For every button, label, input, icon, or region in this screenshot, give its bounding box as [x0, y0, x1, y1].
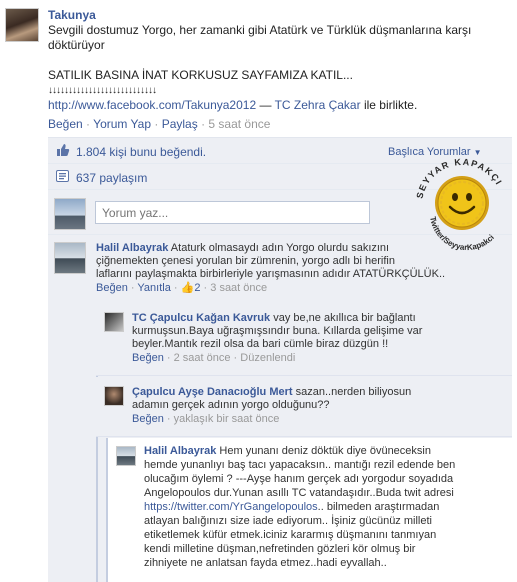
- reply-item: TC Çapulcu Kağan Kavruk vay be,ne akıllı…: [96, 304, 512, 376]
- comment-reply-link[interactable]: Yanıtla: [137, 282, 170, 294]
- reply-text: kurmuşsun.Baya uğraşmışsındır buna. Kıll…: [132, 325, 423, 337]
- reply-body: TC Çapulcu Kağan Kavruk vay be,ne akıllı…: [132, 312, 508, 365]
- post-actions: Beğen · Yorum Yap · Paylaş · 5 saat önce: [48, 117, 271, 131]
- reply-like-link[interactable]: Beğen: [132, 413, 164, 425]
- reply-avatar[interactable]: [104, 386, 124, 406]
- post-arrows: ↓↓↓↓↓↓↓↓↓↓↓↓↓↓↓↓↓↓↓↓↓↓↓↓↓↓↓: [48, 85, 157, 96]
- reply-body: Çapulcu Ayşe Danacıoğlu Mert sazan..nerd…: [132, 386, 508, 426]
- with-suffix: ile birlikte.: [360, 98, 418, 112]
- reply-item: Çapulcu Ayşe Danacıoğlu Mert sazan..nerd…: [96, 377, 512, 437]
- current-user-avatar: [54, 198, 86, 230]
- reply-item: Halil Albayrak Hem yunanı deniz döktük d…: [108, 438, 512, 582]
- comment-link[interactable]: Yorum Yap: [93, 117, 151, 131]
- thumbs-up-icon: [56, 143, 70, 157]
- comment-text: laflarını paylaşmakta birbirleriyle yarı…: [96, 268, 446, 280]
- reply-text: adamın gerçek adının yorgo olduğunu??: [132, 399, 330, 411]
- comment-input[interactable]: [95, 201, 370, 224]
- comment-like-link[interactable]: Beğen: [96, 282, 128, 294]
- reply-text: atlayan balığınızı size iade ediyorum.. …: [144, 515, 432, 527]
- tagged-user-link[interactable]: TC Zehra Çakar: [275, 98, 361, 112]
- likes-count[interactable]: 1.804 kişi bunu beğendi.: [76, 145, 206, 159]
- post-link[interactable]: http://www.facebook.com/Takunya2012: [48, 98, 256, 112]
- reply-like-link[interactable]: Beğen: [132, 352, 164, 364]
- reply-text: zihniyete ne anlatsan fayda etmez..hadi …: [144, 557, 387, 569]
- reply-timestamp[interactable]: 2 saat önce: [174, 352, 231, 364]
- reply-text: Angelopoulos dur.Yunan asıllı TC vatanda…: [144, 487, 454, 499]
- comment-like-count[interactable]: 2: [194, 282, 200, 294]
- reply-author[interactable]: Halil Albayrak: [144, 445, 216, 457]
- share-icon: [56, 170, 69, 182]
- post-author-name[interactable]: Takunya: [48, 8, 96, 22]
- with-prefix: —: [256, 98, 275, 112]
- reply-text: sazan..nerden biliyosun: [292, 386, 412, 398]
- comment-text: Ataturk olmasaydı adın Yorgo olurdu sakı…: [168, 242, 390, 254]
- reply-text: Hem yunanı deniz döktük diye övüneceksin: [216, 445, 431, 457]
- comment-avatar[interactable]: [54, 242, 86, 274]
- reply-avatar[interactable]: [116, 446, 136, 466]
- reply-text: kendi milletine düşman,nefretinden gözle…: [144, 543, 416, 555]
- post-author-avatar[interactable]: [5, 8, 39, 42]
- reply-text: vay be,ne akıllıca bir bağlantı: [270, 312, 416, 324]
- like-link[interactable]: Beğen: [48, 117, 83, 131]
- reply-text: olucağım öylemi ? ---Ayşe hanım gerçek a…: [144, 473, 454, 485]
- reply-body: Halil Albayrak Hem yunanı deniz döktük d…: [144, 444, 510, 570]
- comment-author[interactable]: Halil Albayrak: [96, 242, 168, 254]
- reply-avatar[interactable]: [104, 312, 124, 332]
- post-text-line: SATILIK BASINA İNAT KORKUSUZ SAYFAMIZA K…: [48, 68, 353, 82]
- reply-text: .. bilmeden araştırmadan: [317, 501, 440, 513]
- twitter-link[interactable]: https://twitter.com/YrGangelopoulos: [144, 501, 318, 513]
- watermark-bottle-cap: SEYYAR KAPAKÇI Twitter/SeyyarKapakci: [408, 147, 516, 257]
- reply-text: hemde yunanlıyı baş tacı yapacaksın.. ma…: [144, 459, 456, 471]
- shares-count[interactable]: 637 paylaşım: [76, 171, 147, 185]
- comment-timestamp[interactable]: 3 saat önce: [210, 282, 267, 294]
- post-text-line: Sevgili dostumuz Yorgo, her zamanki gibi…: [48, 23, 472, 37]
- thumbs-up-icon: 👍: [180, 282, 195, 294]
- post-timestamp[interactable]: 5 saat önce: [208, 117, 270, 131]
- reply-text: beyler.Mantık rezil olsa da bari cümle b…: [132, 338, 389, 350]
- reply-author[interactable]: Çapulcu Ayşe Danacıoğlu Mert: [132, 386, 293, 398]
- reply-text: etiketlemek küfür etmek.iciniz kararmış …: [144, 529, 437, 541]
- reply-timestamp[interactable]: yaklaşık bir saat önce: [174, 413, 280, 425]
- post-text-line: döktürüyor: [48, 38, 105, 52]
- reply-author[interactable]: TC Çapulcu Kağan Kavruk: [132, 312, 270, 324]
- edited-label[interactable]: Düzenlendi: [240, 352, 295, 364]
- post-text: Sevgili dostumuz Yorgo, her zamanki gibi…: [48, 23, 508, 113]
- share-link[interactable]: Paylaş: [162, 117, 198, 131]
